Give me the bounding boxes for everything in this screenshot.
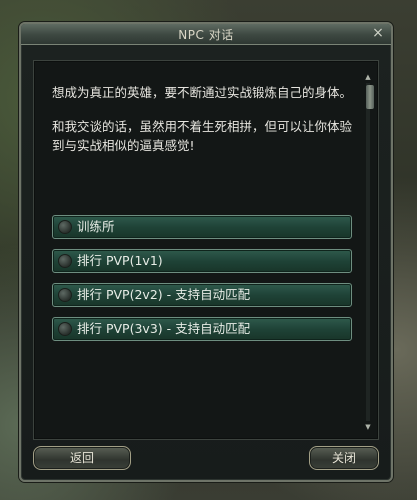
option-ranked-pvp-3v3[interactable]: 排行 PVP(3v3) - 支持自动匹配 <box>52 317 352 341</box>
scroll-thumb[interactable] <box>366 85 374 109</box>
dialog-text: 想成为真正的英雄，要不断通过实战锻炼自己的身体。 和我交谈的话，虽然用不着生死相… <box>52 83 352 170</box>
scrollbar[interactable]: ▲ ▼ <box>364 73 374 431</box>
window-title: NPC 对话 <box>178 28 234 42</box>
option-bullet-icon <box>58 220 72 234</box>
dialog-content-panel: 想成为真正的英雄，要不断通过实战锻炼自己的身体。 和我交谈的话，虽然用不着生死相… <box>33 60 379 440</box>
close-icon[interactable]: × <box>371 26 385 40</box>
option-bullet-icon <box>58 322 72 336</box>
option-training-hall[interactable]: 训练所 <box>52 215 352 239</box>
scroll-down-arrow-icon[interactable]: ▼ <box>364 423 372 431</box>
npc-dialog-window: NPC 对话 × 想成为真正的英雄，要不断通过实战锻炼自己的身体。 和我交谈的话… <box>19 22 393 482</box>
option-ranked-pvp-2v2[interactable]: 排行 PVP(2v2) - 支持自动匹配 <box>52 283 352 307</box>
dialog-options: 训练所 排行 PVP(1v1) 排行 PVP(2v2) - 支持自动匹配 排行 … <box>52 215 352 351</box>
dialog-paragraph: 和我交谈的话，虽然用不着生死相拼，但可以让你体验到与实战相似的逼真感觉! <box>52 119 353 153</box>
option-label: 排行 PVP(1v1) <box>77 253 163 268</box>
option-bullet-icon <box>58 288 72 302</box>
scroll-up-arrow-icon[interactable]: ▲ <box>364 73 372 81</box>
option-label: 排行 PVP(3v3) - 支持自动匹配 <box>77 321 251 336</box>
option-label: 排行 PVP(2v2) - 支持自动匹配 <box>77 287 251 302</box>
option-ranked-pvp-1v1[interactable]: 排行 PVP(1v1) <box>52 249 352 273</box>
dialog-paragraph: 想成为真正的英雄，要不断通过实战锻炼自己的身体。 <box>52 85 353 100</box>
close-button[interactable]: 关闭 <box>309 446 379 470</box>
option-bullet-icon <box>58 254 72 268</box>
scroll-track[interactable] <box>366 83 374 421</box>
title-bar[interactable]: NPC 对话 × <box>21 24 391 45</box>
option-label: 训练所 <box>77 219 115 234</box>
back-button[interactable]: 返回 <box>33 446 131 470</box>
